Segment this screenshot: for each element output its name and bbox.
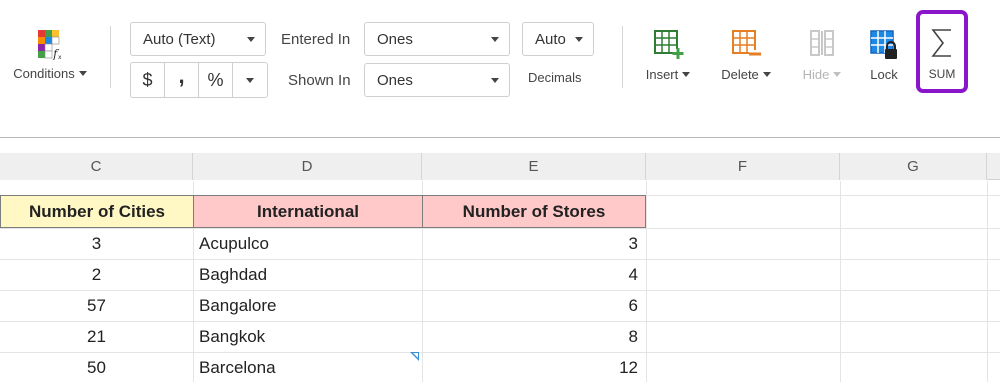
chevron-down-icon: [491, 37, 499, 42]
number-format-buttons: $ , %: [130, 62, 268, 98]
chevron-down-icon: [78, 71, 87, 76]
cell-comment-indicator-icon[interactable]: [410, 352, 419, 361]
entered-in-value: Ones: [377, 30, 413, 48]
conditions-label: Conditions: [13, 66, 75, 81]
currency-button[interactable]: $: [131, 63, 165, 97]
insert-label: Insert: [645, 67, 679, 82]
svg-text:x: x: [58, 54, 62, 60]
delete-label: Delete: [721, 67, 759, 82]
decimals-label: Decimals: [528, 70, 582, 85]
chevron-down-icon: [575, 37, 583, 42]
cell-stores[interactable]: 12: [422, 352, 646, 382]
chevron-down-icon: [682, 72, 691, 77]
hide-label: Hide: [802, 67, 830, 82]
hide-button[interactable]: Hide: [796, 28, 848, 82]
delete-button[interactable]: Delete: [714, 28, 778, 82]
cell-international[interactable]: Barcelona: [193, 352, 422, 382]
number-format-select[interactable]: Auto (Text): [130, 22, 266, 56]
cell-stores[interactable]: 6: [422, 290, 646, 321]
cell-stores[interactable]: 3: [422, 228, 646, 259]
conditions-button[interactable]: f x Conditions: [4, 28, 96, 81]
comma-icon: ,: [178, 63, 185, 88]
column-header-d[interactable]: D: [193, 153, 422, 180]
decimals-select[interactable]: Auto: [522, 22, 594, 56]
cell-cities[interactable]: 21: [0, 321, 193, 352]
cell-international[interactable]: Bangalore: [193, 290, 422, 321]
shown-in-value: Ones: [377, 71, 413, 89]
sum-highlight-box: [916, 10, 968, 93]
comma-button[interactable]: ,: [165, 63, 199, 97]
entered-in-label: Entered In: [281, 31, 351, 48]
separator: [622, 26, 623, 88]
shown-in-label: Shown In: [288, 72, 351, 89]
chevron-down-icon: [762, 72, 771, 77]
chevron-down-icon: [246, 77, 254, 83]
column-header-g[interactable]: G: [840, 153, 987, 180]
header-cell-number-of-cities[interactable]: Number of Cities: [0, 195, 194, 228]
shown-in-select[interactable]: Ones: [364, 63, 510, 97]
percent-icon: %: [207, 69, 224, 90]
lock-button[interactable]: Lock: [862, 28, 906, 82]
hide-columns-icon: [806, 28, 838, 63]
insert-button[interactable]: Insert: [638, 28, 698, 82]
cell-stores[interactable]: 8: [422, 321, 646, 352]
column-header-f[interactable]: F: [646, 153, 840, 180]
cell-cities[interactable]: 3: [0, 228, 193, 259]
cell-international[interactable]: Acupulco: [193, 228, 422, 259]
separator: [110, 26, 111, 88]
chevron-down-icon: [247, 37, 255, 42]
cell-stores[interactable]: 4: [422, 259, 646, 290]
delete-cells-icon: [730, 28, 762, 63]
header-cell-number-of-stores[interactable]: Number of Stores: [422, 195, 646, 228]
formula-bar-divider: [0, 137, 1000, 138]
decimals-value: Auto: [535, 30, 566, 48]
lock-label: Lock: [870, 67, 898, 82]
chevron-down-icon: [491, 78, 499, 83]
entered-in-select[interactable]: Ones: [364, 22, 510, 56]
cell-cities[interactable]: 2: [0, 259, 193, 290]
header-cell-international[interactable]: International: [193, 195, 423, 228]
column-header-c[interactable]: C: [0, 153, 193, 180]
cell-cities[interactable]: 57: [0, 290, 193, 321]
cell-cities[interactable]: 50: [0, 352, 193, 382]
insert-cells-icon: [652, 28, 684, 63]
lock-cells-icon: [868, 28, 900, 63]
currency-icon: $: [142, 69, 153, 90]
cell-international[interactable]: Baghdad: [193, 259, 422, 290]
more-formats-button[interactable]: [233, 63, 267, 97]
column-header-e[interactable]: E: [422, 153, 646, 180]
percent-button[interactable]: %: [199, 63, 233, 97]
cell-international[interactable]: Bangkok: [193, 321, 422, 352]
conditional-format-icon: f x: [34, 28, 66, 63]
ribbon-toolbar: f x Conditions Auto (Text) $ , % Entered…: [0, 0, 1000, 110]
number-format-value: Auto (Text): [143, 30, 216, 48]
chevron-down-icon: [833, 72, 842, 77]
